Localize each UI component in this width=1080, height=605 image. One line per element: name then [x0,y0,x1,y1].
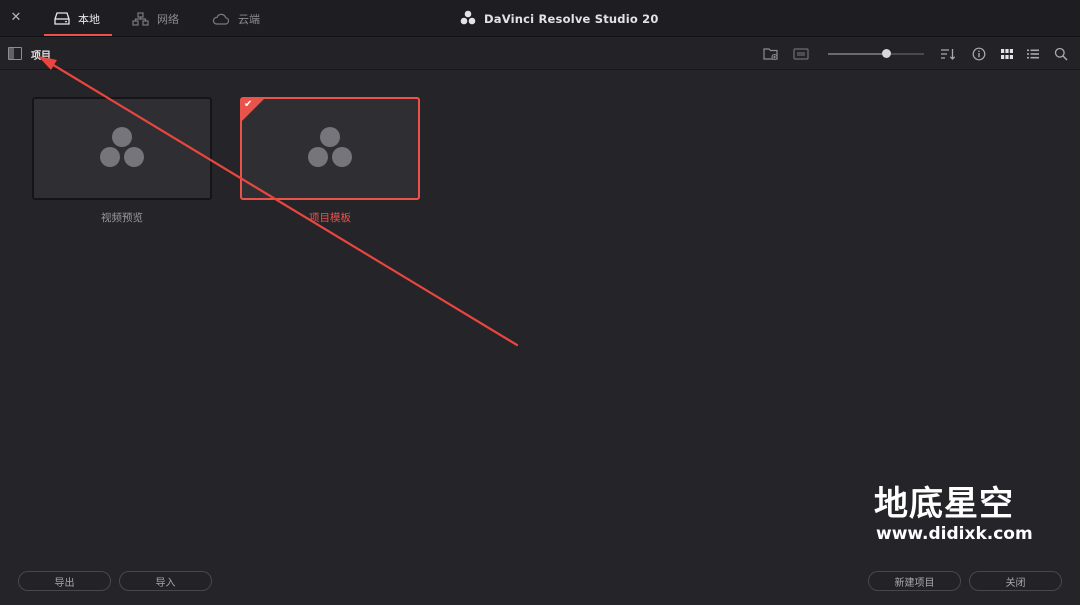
tab-network-label: 网络 [157,12,179,26]
tab-local[interactable]: 本地 [44,0,112,37]
grid-view-icon[interactable] [999,46,1015,62]
search-icon[interactable] [1053,46,1069,62]
close-window-button[interactable]: ✕ [9,10,23,26]
new-project-button[interactable]: 新建项目 [868,571,961,591]
sidebar-toggle-icon[interactable] [8,47,22,60]
import-button[interactable]: 导入 [119,571,212,591]
project-toolbar: 项目 [0,38,1080,70]
project-thumbnail[interactable] [32,97,212,200]
tab-cloud[interactable]: 云端 [212,0,260,37]
list-view-icon[interactable] [1025,46,1041,62]
project-thumbnail[interactable]: ✔ [240,97,420,200]
tab-cloud-label: 云端 [238,12,260,26]
project-card-video-preview[interactable]: 视频预览 [32,97,212,225]
zoom-slider[interactable] [828,49,924,58]
close-button[interactable]: 关闭 [969,571,1062,591]
davinci-logo-icon [306,125,354,173]
project-name: 视频预览 [101,212,143,224]
network-icon [132,11,149,26]
cloud-icon [212,13,230,25]
toolbar-title: 项目 [31,51,51,62]
export-button[interactable]: 导出 [18,571,111,591]
app-title-text: DaVinci Resolve Studio 20 [484,11,659,26]
info-icon[interactable] [971,46,987,62]
watermark-title: 地底星空 [874,484,1014,524]
local-drive-icon [54,12,70,25]
media-card-icon[interactable] [793,46,809,62]
watermark-url: www.didixk.com [876,524,1033,544]
app-title: DaVinci Resolve Studio 20 [460,0,659,37]
tab-network[interactable]: 网络 [132,0,179,37]
zoom-slider-thumb[interactable] [881,49,891,58]
check-icon: ✔ [244,99,253,110]
tab-local-label: 本地 [78,12,100,26]
davinci-logo-icon [98,125,146,173]
top-bar: ✕ 本地 网络 云端 DaVinci Resolve Studio 20 [0,0,1080,37]
new-folder-icon[interactable] [763,46,779,62]
project-card-template[interactable]: ✔ 项目模板 [240,97,420,225]
zoom-slider-fill [828,53,886,55]
sort-icon[interactable] [940,46,956,62]
project-name: 项目模板 [309,212,351,224]
davinci-logo-icon [460,10,476,28]
